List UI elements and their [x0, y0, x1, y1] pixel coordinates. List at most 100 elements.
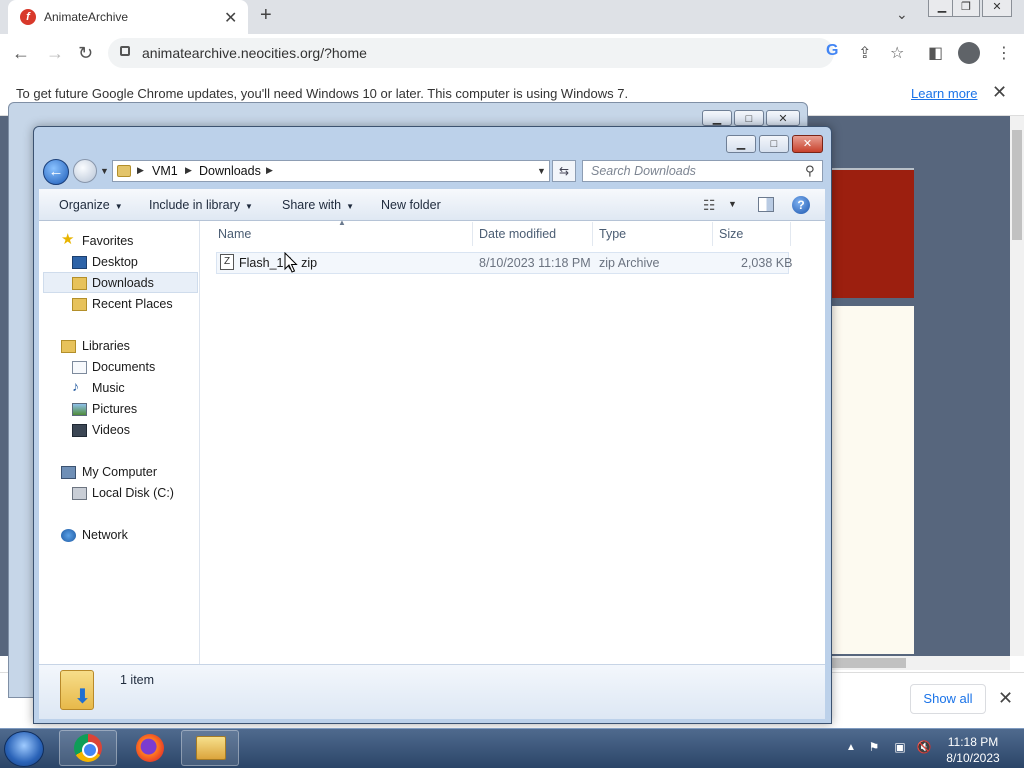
explorer-back-button[interactable]: ← — [43, 159, 69, 185]
scrollbar-thumb[interactable] — [832, 658, 906, 668]
window-restore-button[interactable]: ❐ — [952, 0, 980, 17]
mouse-cursor-icon — [284, 252, 298, 273]
page-vertical-scrollbar[interactable] — [1010, 116, 1024, 656]
file-date-modified: 8/10/2023 11:18 PM — [479, 256, 591, 270]
volume-muted-icon[interactable]: 🔇 — [916, 740, 932, 754]
back-arrow-icon[interactable]: ← — [12, 43, 30, 64]
help-icon[interactable]: ? — [792, 196, 810, 214]
tab-search-chevron-icon[interactable]: ⌄ — [896, 6, 908, 23]
profile-avatar[interactable] — [958, 42, 980, 64]
nav-videos[interactable]: Videos — [92, 423, 130, 437]
nav-network[interactable]: Network — [82, 528, 128, 542]
nav-music[interactable]: Music — [92, 381, 125, 395]
nav-pictures[interactable]: Pictures — [92, 402, 137, 416]
share-icon[interactable]: ⇪ — [858, 43, 871, 63]
desktop-icon — [72, 256, 87, 269]
item-count: 1 item — [120, 673, 155, 687]
refresh-icon[interactable]: ⇆ — [552, 160, 576, 182]
explorer-maximize-button[interactable]: □ — [759, 135, 789, 153]
show-all-button[interactable]: Show all — [910, 684, 986, 714]
explorer-forward-button — [73, 159, 97, 183]
start-button[interactable] — [4, 731, 44, 767]
column-divider[interactable] — [472, 222, 473, 246]
explorer-close-button[interactable]: ✕ — [792, 135, 823, 153]
new-tab-icon[interactable]: + — [260, 4, 272, 27]
breadcrumb-vm1[interactable]: VM1 — [152, 164, 178, 178]
reload-icon[interactable]: ↻ — [78, 43, 93, 64]
search-icon[interactable]: ⚲ — [805, 163, 815, 179]
side-panel-icon[interactable]: ◧ — [928, 43, 943, 63]
firefox-icon — [136, 734, 164, 762]
favorites-star-icon: ★ — [61, 231, 75, 248]
search-input[interactable]: Search Downloads ⚲ — [582, 160, 823, 182]
flash-icon: f — [20, 9, 36, 25]
back-window-close-button[interactable]: ✕ — [766, 110, 800, 126]
share-with-button[interactable]: Share with ▼ — [282, 198, 354, 212]
sort-arrow-icon: ▲ — [338, 218, 346, 227]
column-divider[interactable] — [592, 222, 593, 246]
tab-close-icon[interactable]: ✕ — [224, 8, 237, 28]
lock-icon[interactable] — [120, 46, 130, 56]
breadcrumb-separator-icon[interactable]: ▶ — [137, 165, 144, 176]
show-hidden-icons-icon[interactable]: ▲ — [846, 742, 856, 753]
clock[interactable]: 11:18 PM 8/10/2023 — [940, 734, 1006, 766]
url-text[interactable]: animatearchive.neocities.org/?home — [142, 45, 367, 61]
action-center-icon[interactable]: ⚑ — [866, 740, 882, 754]
nav-documents[interactable]: Documents — [92, 360, 155, 374]
breadcrumb-separator-icon[interactable]: ▶ — [185, 165, 192, 176]
file-name[interactable]: Flash_1 (zip — [239, 256, 317, 270]
preview-pane-icon[interactable] — [758, 197, 774, 212]
recent-pages-dropdown-icon[interactable]: ▼ — [100, 166, 109, 176]
back-window-minimize-button[interactable]: ▁ — [702, 110, 732, 126]
infobar-close-icon[interactable]: ✕ — [992, 82, 1007, 103]
column-header-name[interactable]: Name — [218, 227, 251, 241]
download-bar-close-icon[interactable]: ✕ — [998, 688, 1013, 709]
new-folder-button[interactable]: New folder — [381, 198, 441, 212]
omnibox[interactable]: animatearchive.neocities.org/?home — [108, 38, 834, 68]
view-options-dropdown-icon[interactable]: ▼ — [728, 199, 737, 209]
back-window-maximize-button[interactable]: □ — [734, 110, 764, 126]
column-header-date-modified[interactable]: Date modified — [479, 227, 556, 241]
infobar-message: To get future Google Chrome updates, you… — [16, 86, 629, 101]
learn-more-link[interactable]: Learn more — [911, 86, 977, 101]
include-in-library-button[interactable]: Include in library ▼ — [149, 198, 253, 212]
network-tray-icon[interactable]: ▣ — [892, 740, 908, 754]
column-divider[interactable] — [712, 222, 713, 246]
nav-downloads[interactable]: Downloads — [92, 276, 154, 290]
nav-local-disk[interactable]: Local Disk (C:) — [92, 486, 174, 500]
address-dropdown-icon[interactable]: ▼ — [537, 166, 546, 176]
page-horizontal-scrollbar[interactable] — [828, 656, 1010, 670]
window-close-button[interactable]: ✕ — [982, 0, 1012, 17]
tab-title: AnimateArchive — [44, 10, 129, 24]
scrollbar-thumb[interactable] — [1012, 130, 1022, 240]
menu-kebab-icon[interactable]: ⋮ — [996, 43, 1012, 63]
google-icon[interactable]: G — [826, 42, 838, 60]
include-in-library-label: Include in library — [149, 198, 241, 212]
nav-desktop[interactable]: Desktop — [92, 255, 138, 269]
page-red-panel — [828, 168, 914, 298]
breadcrumb-separator-icon[interactable]: ▶ — [266, 165, 273, 176]
breadcrumb-downloads[interactable]: Downloads — [199, 164, 261, 178]
nav-libraries[interactable]: Libraries — [82, 339, 130, 353]
downloads-folder-icon — [72, 277, 87, 290]
column-header-type[interactable]: Type — [599, 227, 626, 241]
organize-button[interactable]: Organize ▼ — [59, 198, 123, 212]
explorer-minimize-button[interactable]: ▁ — [726, 135, 756, 153]
music-note-icon: ♪ — [72, 378, 79, 394]
organize-label: Organize — [59, 198, 110, 212]
nav-my-computer[interactable]: My Computer — [82, 465, 157, 479]
breadcrumb[interactable]: ▶ VM1 ▶ Downloads ▶ ▼ — [112, 160, 550, 182]
chevron-down-icon: ▼ — [245, 202, 253, 211]
file-list-pane — [200, 221, 825, 664]
nav-recent-places[interactable]: Recent Places — [92, 297, 173, 311]
column-divider[interactable] — [790, 222, 791, 246]
browser-tab[interactable]: f AnimateArchive ✕ — [8, 0, 248, 34]
search-placeholder: Search Downloads — [591, 164, 696, 178]
zip-file-icon[interactable]: Z — [220, 254, 234, 270]
column-header-size[interactable]: Size — [719, 227, 743, 241]
bookmark-star-icon[interactable]: ☆ — [890, 43, 904, 63]
nav-favorites[interactable]: Favorites — [82, 234, 133, 248]
change-view-icon[interactable]: ☷ — [703, 197, 716, 214]
details-pane — [39, 664, 825, 719]
videos-film-icon — [72, 424, 87, 437]
